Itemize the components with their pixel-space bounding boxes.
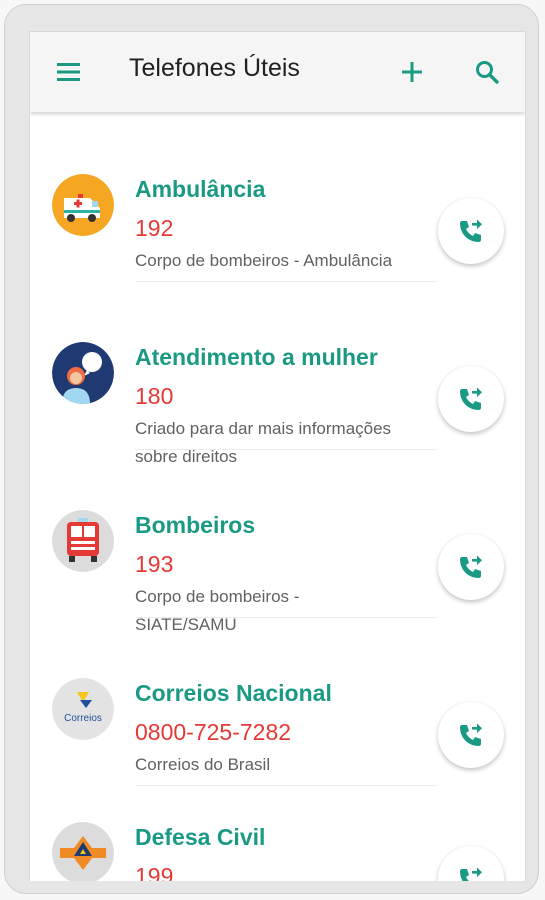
list-item[interactable]: Atendimento a mulher 180 Criado para dar… (30, 280, 525, 466)
contact-name: Bombeiros (135, 512, 256, 538)
app-bar: Telefones Úteis (30, 32, 525, 112)
contact-name: Atendimento a mulher (135, 344, 378, 370)
call-button[interactable] (438, 846, 504, 881)
contact-phone: 193 (135, 551, 174, 577)
contact-phone: 192 (135, 215, 174, 241)
call-button[interactable] (438, 534, 504, 600)
contact-phone: 0800-725-7282 (135, 719, 292, 745)
plus-icon (402, 62, 422, 82)
add-button[interactable] (398, 58, 426, 86)
list-item[interactable]: Correios Correios Nacional 0800-725-7282… (30, 616, 525, 786)
phone-forward-icon (460, 867, 482, 881)
contact-phone: 180 (135, 383, 174, 409)
phone-forward-icon (460, 387, 482, 410)
search-button[interactable] (473, 58, 501, 86)
woman-support-icon (52, 342, 114, 404)
correios-logo-icon: Correios (52, 678, 114, 740)
list-item[interactable]: Bombeiros 193 Corpo de bombeiros - SIATE… (30, 448, 525, 634)
phone-forward-icon (460, 723, 482, 746)
contact-name: Ambulância (135, 176, 266, 202)
contact-description: Corpo de bombeiros - Ambulância (135, 251, 393, 270)
correios-logo-text: Correios (64, 713, 102, 724)
contact-name: Defesa Civil (135, 824, 266, 850)
hamburger-menu-icon (57, 63, 80, 81)
call-button[interactable] (438, 366, 504, 432)
phone-forward-icon (460, 555, 482, 578)
contact-name: Correios Nacional (135, 680, 332, 706)
search-icon (476, 61, 499, 84)
page-title: Telefones Úteis (129, 54, 300, 82)
list-item[interactable]: Ambulância 192 Corpo de bombeiros - Ambu… (30, 112, 525, 282)
fire-truck-icon (52, 510, 114, 572)
phone-forward-icon (460, 219, 482, 242)
call-button[interactable] (438, 198, 504, 264)
contact-phone: 199 (135, 863, 174, 881)
menu-button[interactable] (56, 60, 82, 84)
list-item[interactable]: Defesa Civil 199 (30, 760, 525, 881)
civil-defense-icon (52, 822, 114, 881)
app-screen: Telefones Úteis Ambulância 192 Corpo de … (29, 31, 526, 881)
contact-list: Ambulância 192 Corpo de bombeiros - Ambu… (30, 112, 525, 881)
ambulance-icon (52, 174, 114, 236)
call-button[interactable] (438, 702, 504, 768)
device-frame: Telefones Úteis Ambulância 192 Corpo de … (4, 4, 539, 894)
